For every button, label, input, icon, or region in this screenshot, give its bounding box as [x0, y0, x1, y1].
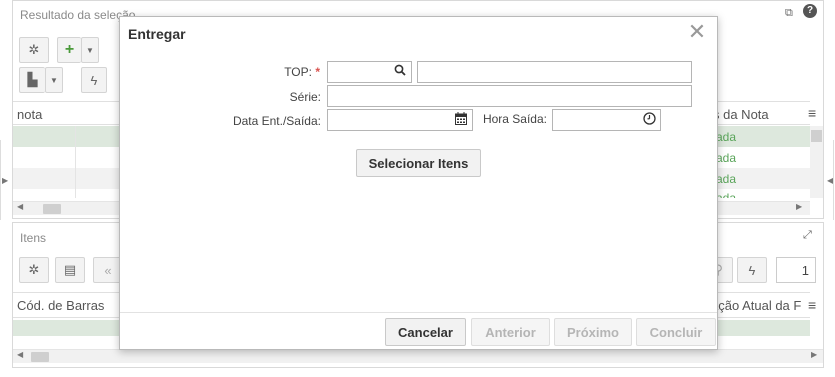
required-marker: * — [315, 65, 320, 79]
serie-input[interactable] — [327, 85, 692, 107]
finish-button[interactable]: Concluir — [636, 318, 716, 346]
status-cell: ada — [716, 191, 737, 198]
close-icon[interactable]: ✕ — [687, 21, 707, 43]
column-menu-icon[interactable]: ≡ — [808, 297, 816, 313]
scroll-right-arrow-icon[interactable]: ▶ — [811, 350, 817, 359]
status-cell: ada — [716, 130, 737, 144]
status-cell: ada — [716, 151, 737, 165]
page-number-input[interactable]: 1 — [776, 257, 816, 283]
column-header-nota[interactable]: nota — [17, 107, 42, 122]
help-icon[interactable]: ? — [803, 4, 817, 18]
add-button[interactable]: + — [57, 37, 81, 63]
clock-icon[interactable] — [642, 112, 656, 128]
vertical-scrollbar[interactable] — [810, 126, 823, 198]
top-label-text: TOP: — [284, 65, 312, 79]
scroll-right-arrow-icon[interactable]: ▶ — [796, 202, 802, 211]
previous-button[interactable]: Anterior — [471, 318, 550, 346]
document-export-button[interactable]: ▙ — [19, 67, 45, 93]
data-ent-saida-label: Data Ent./Saída: — [232, 114, 321, 128]
search-icon[interactable] — [393, 64, 407, 80]
scroll-thumb[interactable] — [31, 352, 49, 362]
hora-saida-input[interactable] — [552, 109, 661, 131]
scroll-left-arrow-icon[interactable]: ◀ — [17, 202, 23, 211]
footer-divider — [120, 312, 717, 313]
column-header-current-situation[interactable]: ação Atual da F — [711, 298, 801, 313]
dialog-title: Entregar — [128, 26, 186, 42]
calendar-icon[interactable] — [454, 112, 468, 128]
list-view-button[interactable]: ▤ — [55, 257, 85, 283]
hora-saida-label: Hora Saída: — [482, 112, 547, 126]
settings-gear-button[interactable]: ✲ — [19, 37, 49, 63]
column-header-barcode[interactable]: Cód. de Barras — [17, 298, 104, 313]
top-code-input[interactable] — [327, 61, 412, 83]
column-header-status-nota[interactable]: s da Nota — [713, 107, 769, 122]
lightning-action-button[interactable]: ϟ — [81, 67, 107, 93]
add-dropdown-button[interactable]: ▼ — [81, 37, 99, 63]
status-cell: ada — [716, 172, 737, 186]
expand-icon[interactable]: ⤢ — [803, 229, 812, 242]
cancel-button[interactable]: Cancelar — [385, 318, 466, 346]
scroll-thumb[interactable] — [43, 204, 61, 214]
top-description-input[interactable] — [417, 61, 692, 83]
horizontal-scrollbar[interactable]: ◀ ▶ — [13, 349, 823, 363]
left-splitter[interactable] — [0, 140, 1, 220]
export-dropdown-button[interactable]: ▼ — [45, 67, 63, 93]
grid-column-divider — [75, 126, 76, 198]
right-splitter[interactable] — [833, 140, 834, 220]
scroll-left-arrow-icon[interactable]: ◀ — [17, 350, 23, 359]
panel-title: Itens — [20, 231, 47, 245]
column-menu-icon[interactable]: ≡ — [808, 105, 816, 121]
serie-label: Série: — [289, 90, 321, 104]
collapse-left-arrow-icon[interactable]: ▶ — [2, 176, 8, 185]
lightning-action-button[interactable]: ϟ — [737, 257, 767, 283]
settings-gear-button[interactable]: ✲ — [19, 257, 49, 283]
top-field-label: TOP: * — [220, 65, 320, 79]
entregar-dialog: Entregar ✕ TOP: * Série: Data Ent./Saída… — [119, 16, 718, 350]
window-restore-icon[interactable]: ⧉ — [785, 7, 793, 20]
next-button[interactable]: Próximo — [554, 318, 632, 346]
data-ent-saida-input[interactable] — [327, 109, 473, 131]
select-items-button[interactable]: Selecionar Itens — [356, 149, 481, 177]
